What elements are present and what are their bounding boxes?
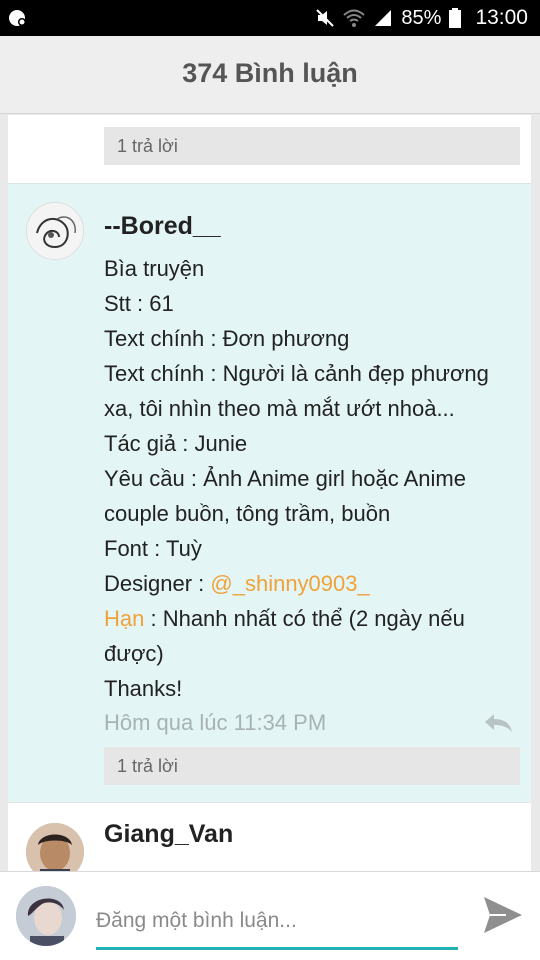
comment-composer (0, 871, 540, 960)
page-title: 374 Bình luận (182, 58, 358, 88)
designer-line: Designer : @_shinny0903_ (104, 566, 518, 601)
comment-line: Tác giả : Junie (104, 431, 248, 456)
replies-button[interactable]: 1 trả lời (104, 127, 520, 165)
avatar[interactable] (26, 202, 84, 260)
mention-link[interactable]: @_shinny0903_ (210, 571, 369, 596)
deadline-label: Hạn (104, 606, 145, 631)
comment-line: xa, tôi nhìn theo mà mắt ướt nhoà... (104, 396, 455, 421)
comment-line: Font : Tuỳ (104, 536, 202, 561)
avatar-image (27, 203, 83, 259)
comment-line: Yêu cầu : Ảnh Anime girl hoặc Anime (104, 466, 466, 491)
notification-icon (9, 10, 26, 26)
designer-label: Designer : (104, 571, 211, 596)
status-bar: 85% 13:00 (0, 0, 540, 36)
mute-icon (316, 9, 335, 27)
user-avatar[interactable] (16, 886, 76, 946)
comment-username[interactable]: Giang_Van (104, 820, 233, 849)
app-header: 374 Bình luận (0, 36, 540, 114)
send-button[interactable] (478, 890, 528, 940)
comment-line: Stt : 61 (104, 291, 174, 316)
avatar-image (16, 886, 76, 946)
comment-body: Bìa truyện Stt : 61 Text chính : Đơn phư… (104, 251, 518, 706)
deadline-text: : Nhanh nhất có thể (2 ngày nếu (144, 606, 465, 631)
comment-line: couple buồn, tông trầm, buồn (104, 501, 391, 526)
clock: 13:00 (475, 6, 528, 29)
comment-line: Bìa truyện (104, 256, 205, 281)
comment-item: 1 trả lời (8, 115, 531, 183)
comment-item-selected[interactable]: --Bored__ Bìa truyện Stt : 61 Text chính… (8, 183, 531, 802)
avatar[interactable] (26, 823, 84, 871)
comment-username[interactable]: --Bored__ (104, 212, 221, 241)
wifi-icon (343, 9, 366, 27)
reply-icon[interactable] (482, 710, 514, 734)
comment-line: Text chính : Đơn phương (104, 326, 350, 351)
comment-item[interactable]: Giang_Van (8, 802, 531, 871)
comment-input[interactable] (96, 900, 458, 950)
send-icon (484, 897, 522, 933)
battery-percent: 85% (401, 6, 442, 29)
battery-icon (449, 8, 462, 28)
replies-button[interactable]: 1 trả lời (104, 747, 520, 785)
deadline-line: Hạn : Nhanh nhất có thể (2 ngày nếu (104, 601, 518, 636)
comment-line: Thanks! (104, 676, 183, 701)
comment-line: Text chính : Người là cảnh đẹp phương (104, 361, 489, 386)
signal-icon (375, 10, 392, 26)
avatar-image (26, 823, 84, 871)
comment-timestamp: Hôm qua lúc 11:34 PM (104, 710, 327, 735)
comment-list[interactable]: 1 trả lời --Bored__ Bìa truyện Stt : 61 … (8, 115, 531, 871)
comment-line: được) (104, 641, 164, 666)
